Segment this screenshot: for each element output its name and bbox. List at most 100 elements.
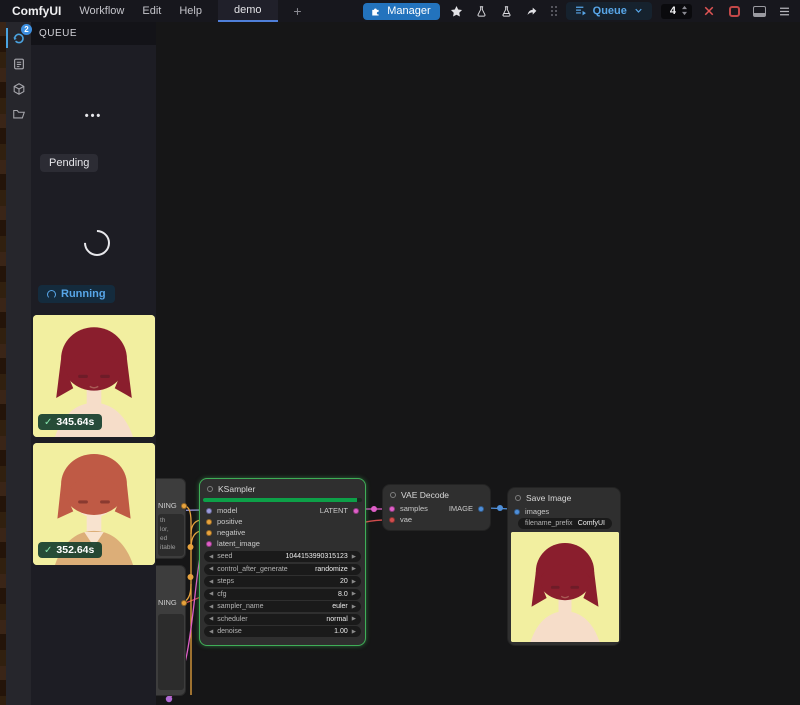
- sidebar-icon-rail: 2: [6, 22, 31, 705]
- increment-icon[interactable]: ▶: [352, 591, 356, 597]
- link-dot-purple[interactable]: [166, 696, 172, 702]
- manager-button[interactable]: Manager: [363, 3, 439, 20]
- star-icon[interactable]: [449, 3, 465, 19]
- decrement-icon[interactable]: ◀: [209, 579, 213, 585]
- chevron-down-icon[interactable]: [633, 5, 644, 16]
- queue-result-item[interactable]: ✓ 345.64s: [33, 315, 155, 437]
- node-title: KSampler: [218, 484, 255, 494]
- widget-control-after-generate[interactable]: ◀ control_after_generate randomize ▶: [204, 564, 361, 575]
- pending-section-label: Pending: [40, 154, 98, 172]
- image-output[interactable]: IMAGE: [449, 504, 484, 513]
- link-dot-orange-2[interactable]: [188, 574, 194, 580]
- decrement-icon[interactable]: ◀: [209, 604, 213, 610]
- sidebar-item-node-library[interactable]: [6, 52, 31, 76]
- run-queue-icon: [574, 4, 587, 17]
- batch-count-value: 4: [670, 5, 676, 17]
- decrement-icon[interactable]: ◀: [209, 629, 213, 635]
- increment-icon[interactable]: ▶: [352, 604, 356, 610]
- node-ksampler[interactable]: KSampler model LATENT positive negative: [199, 478, 366, 646]
- stop-icon[interactable]: [726, 3, 742, 19]
- share-arrow-icon[interactable]: [524, 3, 540, 19]
- model-input-dot[interactable]: [206, 508, 212, 514]
- prompt-line: lor,: [160, 525, 184, 534]
- queue-overflow-menu[interactable]: •••: [31, 110, 156, 122]
- new-tab-button[interactable]: +: [290, 3, 306, 19]
- conditioning-output[interactable]: NING: [158, 501, 187, 510]
- increment-icon[interactable]: ▶: [352, 554, 356, 560]
- negative-input-dot[interactable]: [206, 530, 212, 536]
- latent-output[interactable]: LATENT: [320, 506, 359, 515]
- positive-input-dot[interactable]: [206, 519, 212, 525]
- node-library-icon: [12, 57, 26, 71]
- node-header[interactable]: Save Image: [508, 488, 620, 505]
- collapse-dot-icon[interactable]: [515, 495, 521, 501]
- app-logo[interactable]: ComfyUI: [12, 4, 61, 18]
- link-dot-pink[interactable]: [371, 506, 377, 512]
- top-menubar: ComfyUI Workflow Edit Help demo + Manage…: [0, 0, 800, 22]
- widget-steps[interactable]: ◀ steps 20 ▶: [204, 576, 361, 587]
- increment-icon[interactable]: ▶: [352, 629, 356, 635]
- images-input-dot[interactable]: [514, 509, 520, 515]
- menu-workflow[interactable]: Workflow: [79, 5, 124, 17]
- widget-scheduler[interactable]: ◀ scheduler normal ▶: [204, 614, 361, 625]
- image-output-dot[interactable]: [478, 506, 484, 512]
- input-label: negative: [217, 528, 245, 537]
- samples-input-dot[interactable]: [389, 506, 395, 512]
- input-label: latent_image: [217, 539, 260, 548]
- step-down-icon[interactable]: [681, 11, 688, 16]
- widget-seed[interactable]: ◀ seed 1044153990315123 ▶: [204, 551, 361, 562]
- menu-help[interactable]: Help: [179, 5, 202, 17]
- save-image-preview[interactable]: [511, 532, 619, 642]
- vae-input-dot[interactable]: [389, 517, 395, 523]
- batch-count-stepper[interactable]: 4: [661, 4, 692, 19]
- clear-queue-x-icon[interactable]: [701, 3, 717, 19]
- hamburger-menu-icon[interactable]: [776, 3, 792, 19]
- flask-icon-2[interactable]: [499, 3, 515, 19]
- prompt-text-widget[interactable]: th lor, ed itable: [158, 514, 184, 556]
- conditioning-output[interactable]: NING: [158, 598, 187, 607]
- prompt-text-widget[interactable]: [158, 614, 184, 690]
- check-icon: ✓: [44, 417, 52, 428]
- queue-panel-title: QUEUE: [39, 28, 77, 39]
- node-clip-text-encode-bottom[interactable]: NING: [156, 565, 186, 696]
- node-header[interactable]: VAE Decode: [383, 485, 490, 502]
- link-dot-orange-1[interactable]: [188, 544, 194, 550]
- latent-output-dot[interactable]: [353, 508, 359, 514]
- conditioning-output-dot[interactable]: [181, 503, 187, 509]
- queue-run-button[interactable]: Queue: [566, 2, 652, 20]
- conditioning-output-dot[interactable]: [181, 600, 187, 606]
- collapse-dot-icon[interactable]: [390, 492, 396, 498]
- step-up-icon[interactable]: [681, 5, 688, 10]
- latent-image-input-dot[interactable]: [206, 541, 212, 547]
- collapse-dot-icon[interactable]: [207, 486, 213, 492]
- increment-icon[interactable]: ▶: [352, 566, 356, 572]
- workflow-tab-demo[interactable]: demo: [218, 0, 278, 22]
- drag-handle-icon[interactable]: [551, 6, 553, 8]
- node-save-image[interactable]: Save Image images filename_prefix ComfyU…: [507, 487, 621, 646]
- node-clip-text-encode-top[interactable]: NING th lor, ed itable: [156, 478, 186, 559]
- decrement-icon[interactable]: ◀: [209, 554, 213, 560]
- decrement-icon[interactable]: ◀: [209, 566, 213, 572]
- widget-filename-prefix[interactable]: filename_prefix ComfyUI: [518, 518, 612, 529]
- queue-result-item[interactable]: ✓ 352.64s: [33, 443, 155, 565]
- widget-sampler-name[interactable]: ◀ sampler_name euler ▶: [204, 601, 361, 612]
- sidebar-item-queue[interactable]: 2: [6, 26, 31, 50]
- active-indicator: [6, 28, 8, 48]
- bottom-panel-icon[interactable]: [751, 3, 767, 19]
- loading-spinner: [79, 225, 116, 262]
- progress-bar: [203, 498, 362, 502]
- menu-edit[interactable]: Edit: [142, 5, 161, 17]
- node-vae-decode[interactable]: VAE Decode samples IMAGE vae: [382, 484, 491, 531]
- decrement-icon[interactable]: ◀: [209, 591, 213, 597]
- widget-cfg[interactable]: ◀ cfg 8.0 ▶: [204, 589, 361, 600]
- increment-icon[interactable]: ▶: [352, 616, 356, 622]
- link-dot-blue[interactable]: [497, 505, 503, 511]
- duration-badge: ✓ 352.64s: [38, 542, 102, 558]
- widget-denoise[interactable]: ◀ denoise 1.00 ▶: [204, 626, 361, 637]
- flask-icon-1[interactable]: [474, 3, 490, 19]
- node-header[interactable]: KSampler: [200, 479, 365, 496]
- increment-icon[interactable]: ▶: [352, 579, 356, 585]
- sidebar-item-model-library[interactable]: [6, 77, 31, 101]
- decrement-icon[interactable]: ◀: [209, 616, 213, 622]
- sidebar-item-workflows[interactable]: [6, 102, 31, 126]
